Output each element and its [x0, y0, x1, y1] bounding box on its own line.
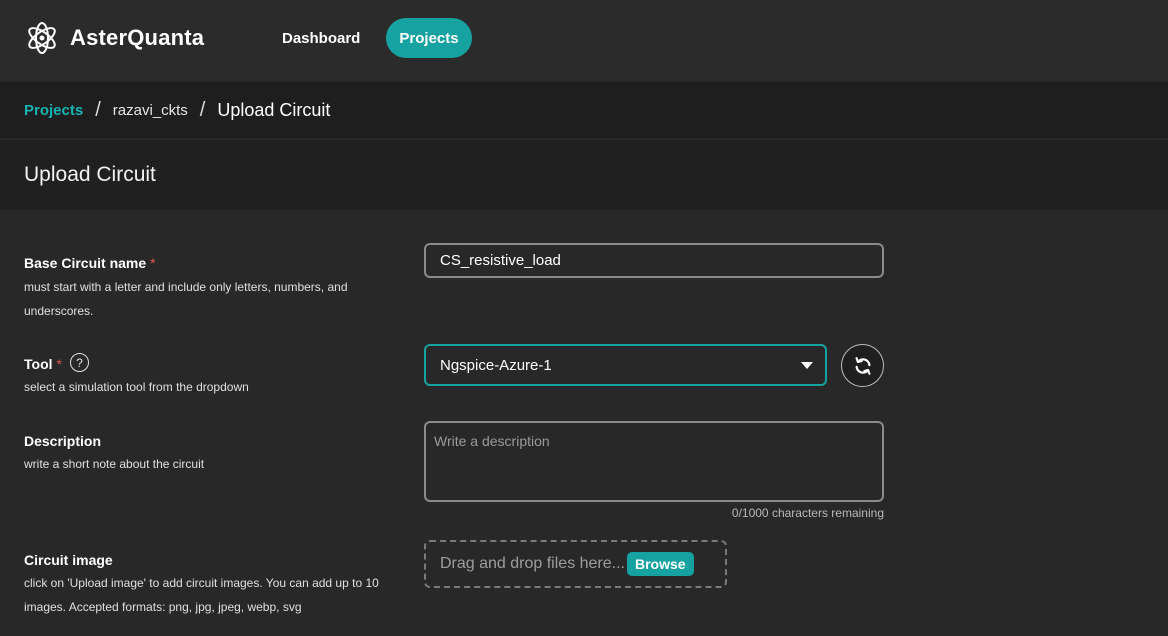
refresh-icon — [854, 356, 871, 375]
breadcrumb: Projects / razavi_ckts / Upload Circuit — [0, 82, 1168, 138]
app-logo[interactable]: AsterQuanta — [24, 20, 204, 56]
atom-logo-icon — [28, 22, 56, 54]
breadcrumb-projects-link[interactable]: Projects — [24, 102, 83, 119]
tool-label: Tool * — [24, 356, 62, 372]
description-label: Description — [24, 433, 102, 449]
browse-button[interactable]: Browse — [627, 552, 694, 576]
refresh-tools-button[interactable] — [841, 344, 884, 387]
top-navbar: AsterQuanta Dashboard Projects — [0, 0, 1168, 80]
description-textarea[interactable]: Write a description — [424, 421, 884, 502]
tool-label-text: Tool — [24, 356, 53, 372]
circuit-name-input[interactable]: CS_resistive_load — [424, 243, 884, 278]
circuit-name-label-text: Base Circuit name — [24, 255, 147, 271]
app-name: AsterQuanta — [70, 25, 205, 50]
breadcrumb-separator: / — [199, 98, 206, 121]
character-counter: 0/1000 characters remaining — [731, 506, 884, 520]
tool-select-value: Ngspice-Azure-1 — [440, 356, 552, 374]
tool-select[interactable]: Ngspice-Azure-1 — [424, 344, 827, 386]
nav-projects-link[interactable]: Projects — [386, 18, 472, 58]
circuit-name-hint: must start with a letter and include onl… — [24, 280, 348, 318]
circuit-image-label: Circuit image — [24, 552, 113, 568]
description-hint: write a short note about the circuit — [24, 457, 205, 471]
help-icon[interactable]: ? — [70, 353, 89, 372]
page-title: Upload Circuit — [24, 163, 156, 186]
breadcrumb-separator: / — [95, 98, 101, 121]
image-dropzone[interactable]: Drag and drop files here... Browse — [424, 540, 727, 588]
breadcrumb-current: Upload Circuit — [217, 99, 331, 120]
required-marker: * — [150, 255, 156, 271]
circuit-image-hint: click on 'Upload image' to add circuit i… — [24, 576, 379, 614]
circuit-name-label: Base Circuit name * — [24, 255, 156, 271]
required-marker: * — [56, 356, 62, 372]
tool-hint: select a simulation tool from the dropdo… — [24, 380, 249, 394]
dropzone-text: Drag and drop files here... — [440, 555, 625, 572]
nav-dashboard-link[interactable]: Dashboard — [266, 18, 376, 58]
chevron-down-icon — [801, 362, 813, 369]
page-header: Upload Circuit — [0, 140, 1168, 210]
breadcrumb-project-link[interactable]: razavi_ckts — [113, 102, 188, 119]
